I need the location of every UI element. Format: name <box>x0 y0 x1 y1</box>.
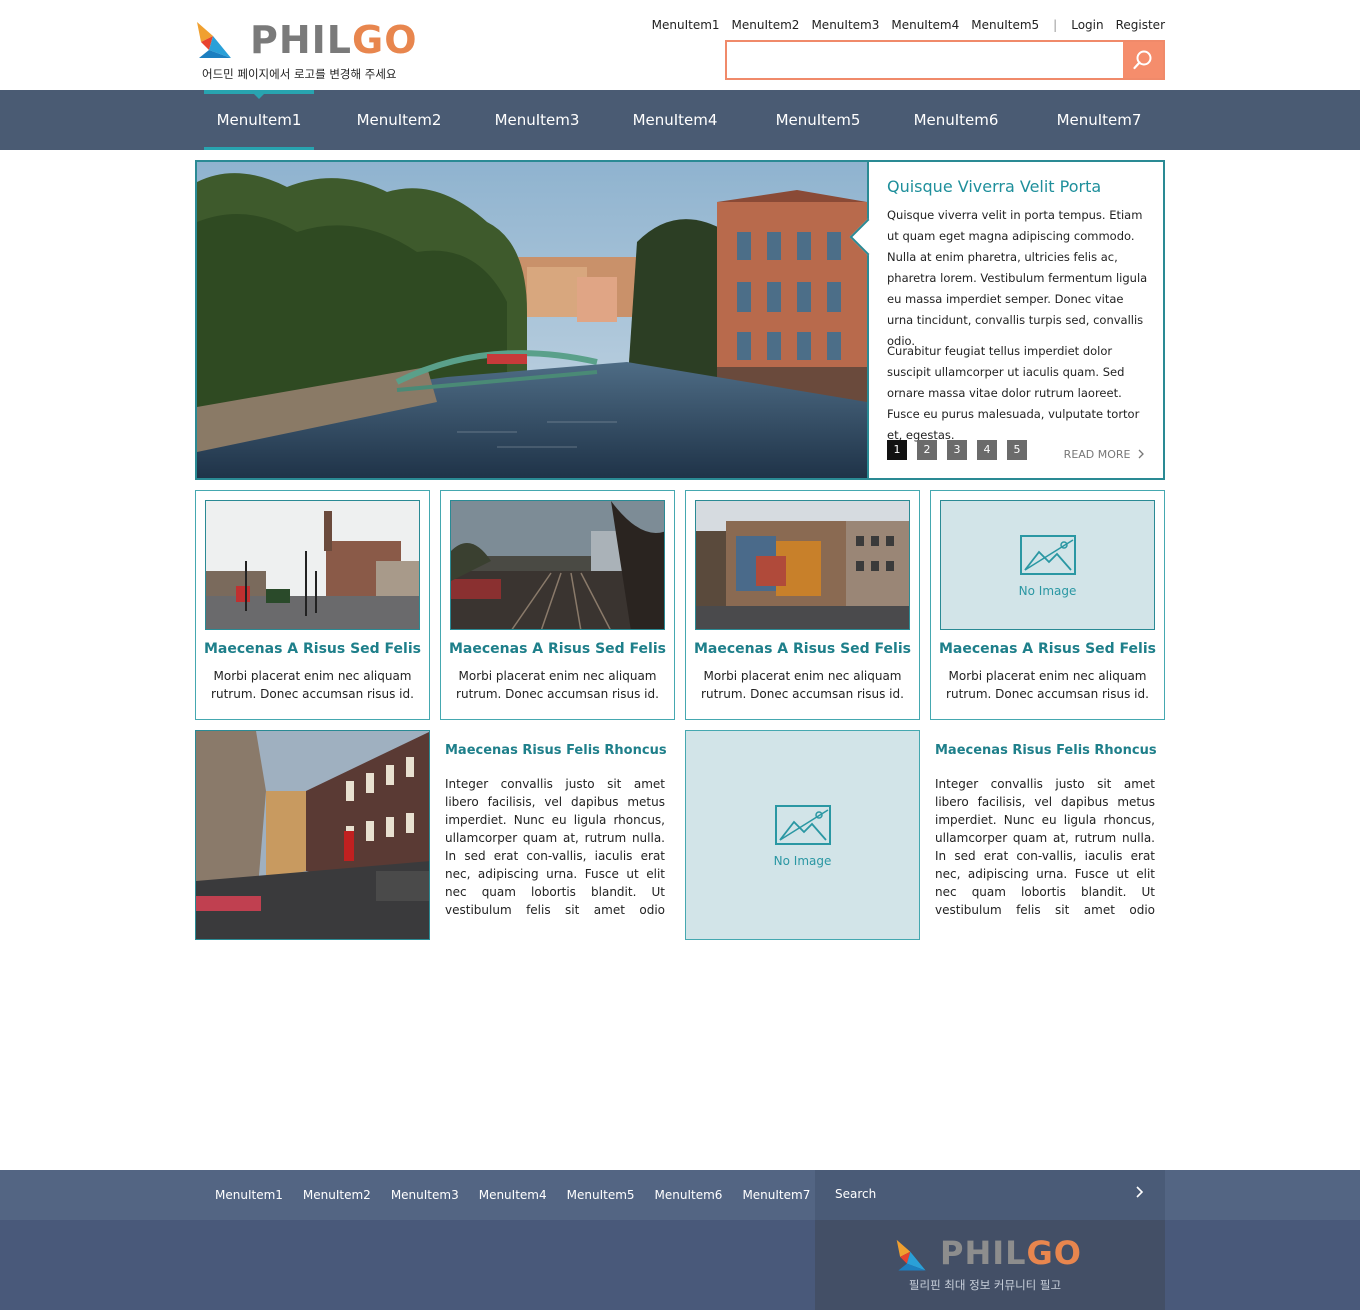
footer-link-5[interactable]: MenuItem5 <box>567 1188 635 1202</box>
card-image-placeholder[interactable]: No Image <box>940 500 1155 630</box>
top-link-2[interactable]: MenuItem2 <box>732 18 800 32</box>
login-link[interactable]: Login <box>1071 18 1103 32</box>
pager-button-5[interactable]: 5 <box>1007 440 1027 460</box>
footer-link-4[interactable]: MenuItem4 <box>479 1188 547 1202</box>
hero-paragraph-2: Curabitur feugiat tellus imperdiet dolor… <box>887 344 1140 442</box>
hero-title[interactable]: Quisque Viverra Velit Porta <box>887 177 1101 196</box>
nav-label: MenuItem2 <box>356 111 442 129</box>
top-link-1[interactable]: MenuItem1 <box>652 18 720 32</box>
read-more-label: READ MORE <box>1063 448 1131 461</box>
footer-logo-panel: PHILGO 필리핀 최대 정보 커뮤니티 필고 <box>815 1220 1165 1310</box>
canal-photo <box>197 162 867 478</box>
card-title[interactable]: Maecenas A Risus Sed Felis <box>686 641 919 657</box>
logo-icon <box>197 22 231 58</box>
pager-button-4[interactable]: 4 <box>977 440 997 460</box>
mural-building-photo <box>696 501 909 629</box>
footer-logo-tagline: 필리핀 최대 정보 커뮤니티 필고 <box>908 1278 1062 1292</box>
footer-links: MenuItem1 MenuItem2 MenuItem3 MenuItem4 … <box>215 1170 830 1220</box>
top-link-5[interactable]: MenuItem5 <box>971 18 1039 32</box>
image-placeholder-icon <box>774 805 831 845</box>
feature-text-1: Integer convallis justo sit amet libero … <box>445 777 665 917</box>
nav-label: MenuItem1 <box>216 111 302 129</box>
hero-slider: Quisque Viverra Velit Porta Quisque vive… <box>195 160 1165 480</box>
no-image-label: No Image <box>1018 584 1077 598</box>
header: PHILGO 어드민 페이지에서 로고를 변경해 주세요 MenuItem1 M… <box>0 0 1360 90</box>
top-link-3[interactable]: MenuItem3 <box>811 18 879 32</box>
logo-wordmark: PHILGO <box>250 18 418 62</box>
card-text: Morbi placerat enim nec aliquam rutrum. … <box>946 669 1149 701</box>
street-photo <box>206 501 419 629</box>
card-title[interactable]: Maecenas A Risus Sed Felis <box>931 641 1164 657</box>
feature-title-1[interactable]: Maecenas Risus Felis Rhoncus <box>445 743 667 758</box>
top-links: MenuItem1 MenuItem2 MenuItem3 MenuItem4 … <box>640 18 1165 32</box>
card-image[interactable] <box>450 500 665 630</box>
card-image[interactable] <box>205 500 420 630</box>
logo-tagline: 어드민 페이지에서 로고를 변경해 주세요 <box>202 67 397 81</box>
nav-item-3[interactable]: MenuItem3 <box>482 90 592 150</box>
nav-item-5[interactable]: MenuItem5 <box>763 90 873 150</box>
footer-link-3[interactable]: MenuItem3 <box>391 1188 459 1202</box>
card-3[interactable]: Maecenas A Risus Sed Felis Morbi placera… <box>685 490 920 720</box>
alley-photo <box>196 731 429 939</box>
header-search <box>725 40 1165 80</box>
no-image-label: No Image <box>773 854 832 868</box>
nav-label: MenuItem4 <box>632 111 718 129</box>
top-links-separator: | <box>1053 18 1058 32</box>
card-2[interactable]: Maecenas A Risus Sed Felis Morbi placera… <box>440 490 675 720</box>
search-input[interactable] <box>727 42 1123 78</box>
hero-pager: 1 2 3 4 5 <box>887 440 1037 460</box>
read-more-link[interactable]: READ MORE <box>1064 448 1145 461</box>
card-title[interactable]: Maecenas A Risus Sed Felis <box>196 641 429 657</box>
chevron-right-icon[interactable] <box>1135 1185 1145 1199</box>
nav-item-1[interactable]: MenuItem1 <box>204 90 314 150</box>
card-1[interactable]: Maecenas A Risus Sed Felis Morbi placera… <box>195 490 430 720</box>
chevron-right-icon <box>1138 449 1144 459</box>
feature-title-2[interactable]: Maecenas Risus Felis Rhoncus <box>935 743 1157 758</box>
footer-link-7[interactable]: MenuItem7 <box>742 1188 810 1202</box>
footer-search[interactable]: Search <box>815 1170 1165 1220</box>
card-image[interactable] <box>695 500 910 630</box>
card-title[interactable]: Maecenas A Risus Sed Felis <box>441 641 674 657</box>
nav-label: MenuItem6 <box>913 111 999 129</box>
nav-label: MenuItem3 <box>494 111 580 129</box>
card-text: Morbi placerat enim nec aliquam rutrum. … <box>701 669 904 701</box>
nav-item-6[interactable]: MenuItem6 <box>901 90 1011 150</box>
footer-link-6[interactable]: MenuItem6 <box>655 1188 723 1202</box>
pager-button-1[interactable]: 1 <box>887 440 907 460</box>
site-logo[interactable]: PHILGO 어드민 페이지에서 로고를 변경해 주세요 <box>195 18 417 82</box>
feature-text-2: Integer convallis justo sit amet libero … <box>935 777 1155 917</box>
nav-label: MenuItem7 <box>1056 111 1142 129</box>
card-text: Morbi placerat enim nec aliquam rutrum. … <box>211 669 414 701</box>
footer-logo-icon <box>896 1239 926 1271</box>
hero-paragraph-1: Quisque viverra velit in porta tempus. E… <box>887 208 1148 348</box>
hero-image[interactable] <box>197 162 867 478</box>
nav-item-2[interactable]: MenuItem2 <box>344 90 454 150</box>
feature-image-placeholder-2[interactable]: No Image <box>685 730 920 940</box>
pager-button-3[interactable]: 3 <box>947 440 967 460</box>
footer-link-1[interactable]: MenuItem1 <box>215 1188 283 1202</box>
register-link[interactable]: Register <box>1116 18 1165 32</box>
footer-search-label: Search <box>835 1187 877 1201</box>
pager-button-2[interactable]: 2 <box>917 440 937 460</box>
hero-panel: Quisque Viverra Velit Porta Quisque vive… <box>849 162 1163 478</box>
main-nav: MenuItem1 MenuItem2 MenuItem3 MenuItem4 … <box>0 90 1360 150</box>
nav-item-7[interactable]: MenuItem7 <box>1044 90 1154 150</box>
card-text: Morbi placerat enim nec aliquam rutrum. … <box>456 669 659 701</box>
active-caret <box>253 93 265 99</box>
footer-logo-wordmark[interactable]: PHILGO <box>940 1234 1082 1272</box>
image-placeholder-icon <box>1019 535 1076 575</box>
footer-link-2[interactable]: MenuItem2 <box>303 1188 371 1202</box>
nav-item-4[interactable]: MenuItem4 <box>620 90 730 150</box>
railway-photo <box>451 501 664 629</box>
top-link-4[interactable]: MenuItem4 <box>891 18 959 32</box>
search-icon <box>1133 50 1152 70</box>
feature-image-1[interactable] <box>195 730 430 940</box>
nav-label: MenuItem5 <box>775 111 861 129</box>
card-4[interactable]: No Image Maecenas A Risus Sed Felis Morb… <box>930 490 1165 720</box>
search-button[interactable] <box>1123 42 1163 78</box>
